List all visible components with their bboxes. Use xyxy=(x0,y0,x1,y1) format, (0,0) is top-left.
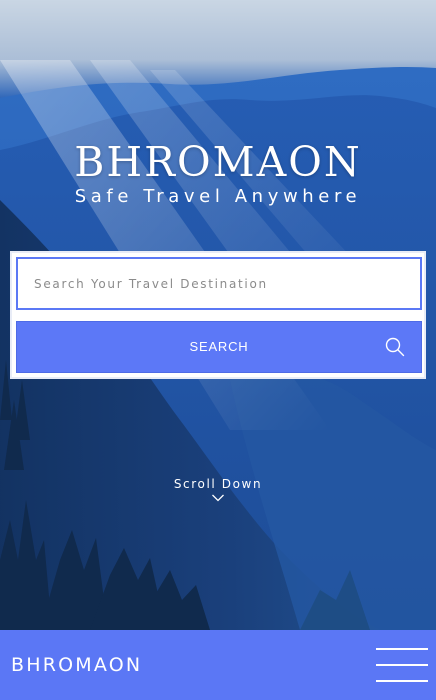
search-icon xyxy=(385,337,405,357)
hero-title: BHROMAON xyxy=(74,138,362,186)
footer-logo[interactable]: BHROMAON xyxy=(11,630,142,700)
search-button-label: SEARCH xyxy=(189,339,249,354)
menu-line xyxy=(376,648,428,650)
bottom-nav-bar: BHROMAON xyxy=(0,630,436,700)
scroll-down-label: Scroll Down xyxy=(173,477,263,491)
chevron-down-icon xyxy=(212,494,224,502)
hamburger-menu-icon[interactable] xyxy=(376,643,428,687)
search-button[interactable]: SEARCH xyxy=(16,321,422,373)
search-panel: SEARCH xyxy=(10,251,426,379)
hero-tagline: Safe Travel Anywhere xyxy=(74,186,362,207)
hero-background: BHROMAON Safe Travel Anywhere SEARCH Scr… xyxy=(0,0,436,630)
search-input[interactable] xyxy=(16,257,422,310)
scroll-down-link[interactable]: Scroll Down xyxy=(0,477,436,503)
menu-line xyxy=(376,680,428,682)
menu-line xyxy=(376,664,428,666)
